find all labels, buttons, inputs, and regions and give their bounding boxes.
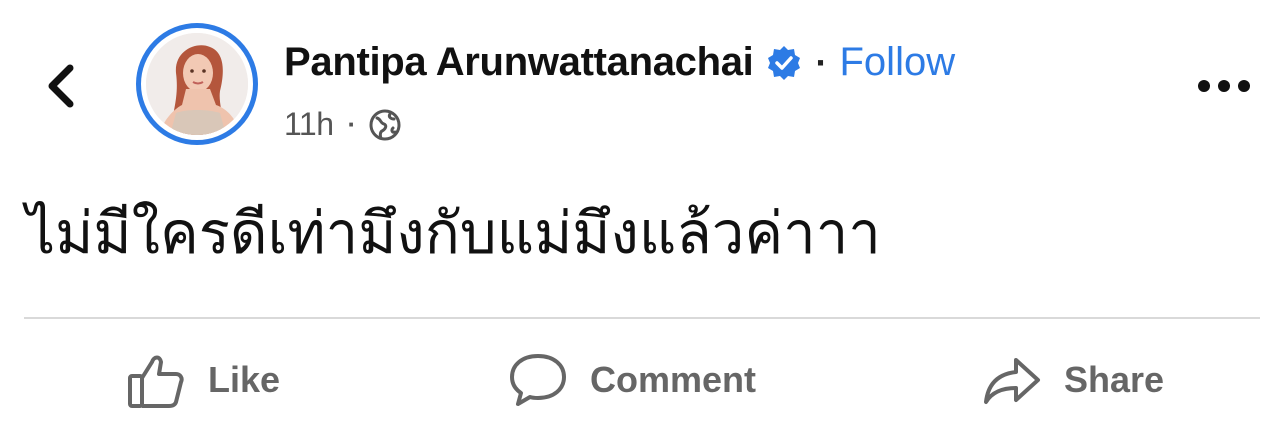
share-icon	[980, 348, 1044, 412]
globe-icon	[368, 108, 402, 142]
post-timestamp[interactable]: 11h	[284, 106, 334, 143]
comment-label: Comment	[590, 359, 757, 400]
share-label: Share	[1064, 359, 1165, 400]
meta-separator: ·	[347, 109, 357, 139]
thumbs-up-icon	[124, 348, 188, 412]
post-meta: 11h ·	[284, 106, 402, 143]
verified-badge-icon	[766, 45, 802, 81]
comment-button[interactable]: Comment	[506, 344, 756, 416]
more-options-button[interactable]	[1192, 66, 1256, 106]
post-message: ไม่มีใครดีเท่ามึงกับแม่มึงแล้วค่าาา	[26, 199, 881, 267]
follow-button[interactable]: Follow	[840, 40, 956, 85]
post-header: Pantipa Arunwattanachai · Follow	[284, 40, 955, 85]
author-name[interactable]: Pantipa Arunwattanachai	[284, 40, 754, 85]
comment-icon	[506, 348, 570, 412]
facebook-post: Pantipa Arunwattanachai · Follow 11h · ไ…	[0, 0, 1280, 436]
back-button[interactable]	[36, 58, 84, 114]
divider	[24, 317, 1260, 319]
share-button[interactable]: Share	[980, 344, 1164, 416]
like-button[interactable]: Like	[124, 344, 280, 416]
like-label: Like	[208, 359, 281, 400]
more-options-icon	[1198, 80, 1250, 92]
header-separator: ·	[815, 41, 828, 83]
profile-photo	[146, 33, 248, 135]
chevron-left-icon	[48, 64, 74, 108]
avatar[interactable]	[136, 23, 258, 145]
